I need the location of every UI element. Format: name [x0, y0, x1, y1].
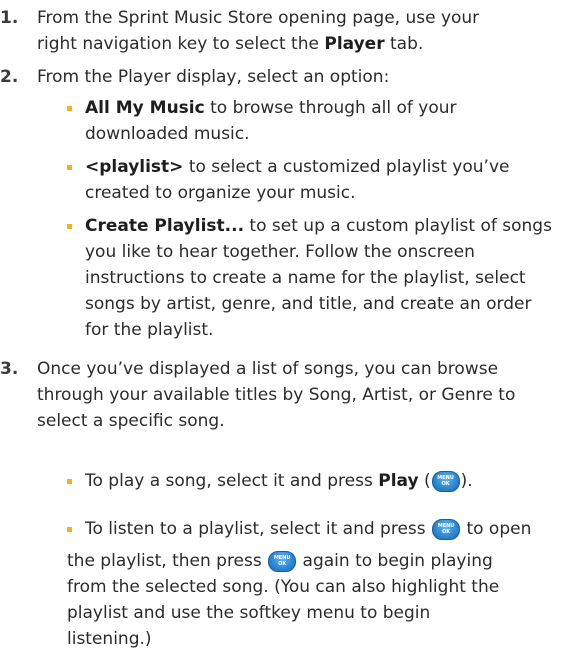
document-page: 1. From the Sprint Music Store opening p…	[0, 0, 585, 671]
step-text: From the Sprint Music Store opening page…	[37, 8, 480, 54]
step-number: 3.	[0, 359, 19, 379]
bullet-square-icon	[67, 479, 72, 484]
step-text: Once you’ve displayed a list of songs, y…	[37, 359, 516, 431]
menu-ok-key-icon: MENU OK	[268, 551, 297, 572]
bullet-square-icon	[67, 224, 72, 229]
bullet-square-icon	[67, 165, 72, 170]
step-number: 2.	[0, 67, 19, 87]
bullet-square-icon	[67, 106, 72, 111]
step-text: From the Player display, select an optio…	[37, 67, 390, 87]
step-number: 1.	[0, 8, 19, 28]
menu-ok-key-icon: MENU OK	[431, 471, 460, 492]
bullet-square-icon	[67, 527, 72, 532]
menu-ok-key-icon: MENU OK	[432, 519, 461, 540]
